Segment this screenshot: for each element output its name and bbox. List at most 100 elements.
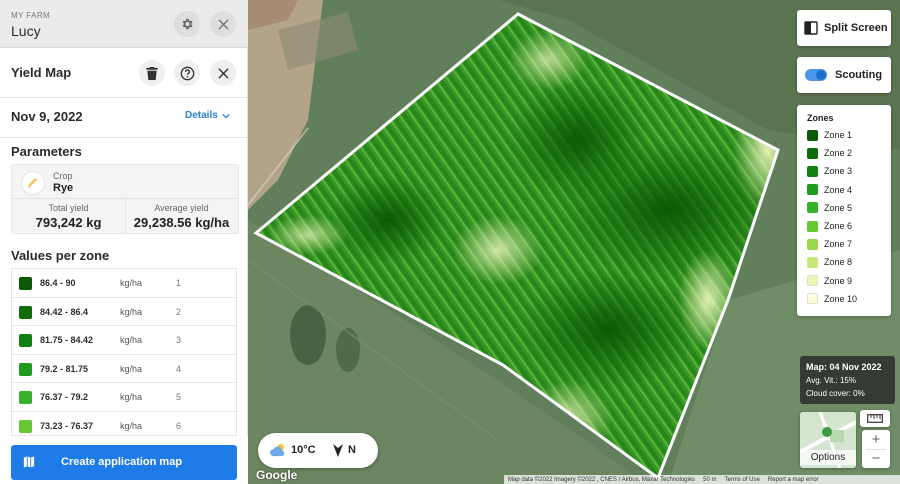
zone-unit: kg/ha (120, 363, 143, 374)
zone-range: 81.75 - 84.42 (40, 335, 94, 345)
legend-label: Zone 6 (824, 221, 853, 231)
details-label: Details (185, 110, 218, 121)
legend-label: Zone 8 (824, 257, 853, 268)
zone-number: 3 (176, 335, 182, 345)
divider (0, 137, 248, 138)
legend-swatch (807, 293, 818, 305)
legend-swatch (807, 256, 818, 268)
settings-button[interactable] (174, 11, 200, 37)
weather-widget[interactable]: 10°C N (258, 433, 378, 468)
wind-arrow-icon (333, 444, 343, 457)
wind-direction: N (348, 444, 356, 456)
zone-swatch (19, 334, 32, 347)
map-attribution: Map data ©2022 Imagery ©2022 , CNES / Ai… (504, 475, 900, 484)
legend-label: Zone 1 (824, 130, 853, 140)
zone-range: 76.37 - 79.2 (40, 392, 89, 402)
farm-name[interactable]: Lucy (11, 23, 41, 39)
parameters-title: Parameters (11, 144, 82, 159)
wheat-icon (21, 171, 45, 195)
zone-row: 81.75 - 84.42 kg/ha 3 (12, 326, 236, 355)
side-panel: MY FARM Lucy Yield Map Nov 9, 2022 Detai… (0, 0, 248, 484)
total-yield-label: Total yield (48, 203, 89, 213)
zone-row: 84.42 - 86.4 kg/ha 2 (12, 298, 236, 326)
avg-yield-value: 29,238.56 kg/ha (133, 215, 230, 230)
legend-item: Zone 8 (807, 256, 852, 268)
trash-icon (146, 66, 158, 80)
zone-unit: kg/ha (120, 420, 143, 431)
zone-number: 4 (176, 363, 182, 374)
legend-item: Zone 4 (807, 184, 852, 196)
zone-range: 73.23 - 76.37 (40, 420, 94, 431)
scale-label: 50 m (703, 476, 717, 483)
divider (0, 97, 248, 98)
legend-swatch (807, 275, 818, 287)
help-circle-icon (180, 66, 194, 80)
info-map-date: Map: 04 Nov 2022 (806, 362, 882, 372)
split-screen-icon (804, 21, 818, 35)
legend-swatch (807, 147, 818, 159)
split-screen-label: Split Screen (824, 22, 888, 34)
zone-unit: kg/ha (120, 278, 143, 288)
map-options-button[interactable]: Options (800, 412, 856, 468)
zoom-out-button[interactable]: − (862, 449, 890, 468)
legend-item: Zone 3 (807, 165, 852, 177)
details-toggle[interactable]: Details (185, 110, 230, 121)
legend-label: Zone 5 (824, 202, 853, 213)
zone-swatch (19, 391, 32, 404)
legend-label: Zone 2 (824, 148, 853, 159)
delete-button[interactable] (139, 60, 165, 86)
legend-item: Zone 10 (807, 293, 857, 305)
close-farm-button[interactable] (210, 11, 236, 37)
toggle-switch[interactable] (805, 69, 827, 81)
legend-swatch (807, 129, 818, 141)
zone-number: 6 (176, 420, 182, 431)
zone-swatch (19, 277, 32, 290)
zone-row: 76.37 - 79.2 kg/ha 5 (12, 383, 236, 412)
legend-label: Zone 4 (824, 184, 853, 195)
gear-icon (182, 18, 193, 30)
total-yield-value: 793,242 kg (35, 215, 102, 230)
legend-swatch (807, 238, 818, 250)
info-cloud-cover: Cloud cover: 0% (806, 389, 865, 398)
measure-button[interactable] (860, 410, 890, 427)
legend-label: Zone 3 (824, 166, 853, 177)
legend-title: Zones (807, 113, 834, 123)
zone-range: 86.4 - 90 (40, 278, 76, 288)
zone-range: 84.42 - 86.4 (40, 306, 89, 317)
zone-swatch (19, 419, 32, 433)
ruler-icon (867, 414, 883, 423)
legend-swatch (807, 165, 818, 177)
toggle-knob (816, 70, 826, 80)
split-screen-button[interactable]: Split Screen (797, 10, 891, 46)
close-icon (217, 18, 229, 30)
legend-swatch (807, 202, 818, 214)
tree-cluster (290, 305, 326, 365)
legend-swatch (807, 184, 818, 196)
legend-item: Zone 5 (807, 202, 852, 214)
terms-link[interactable]: Terms of Use (725, 477, 760, 483)
legend-swatch (807, 220, 818, 232)
attribution-text: Map data ©2022 Imagery ©2022 , CNES / Ai… (508, 476, 696, 483)
create-application-map-button[interactable]: Create application map (11, 445, 237, 480)
close-panel-button[interactable] (210, 60, 236, 86)
legend-label: Zone 10 (824, 293, 858, 304)
zone-swatch (19, 305, 32, 319)
zoom-in-button[interactable]: + (862, 430, 890, 449)
legend-label: Zone 9 (824, 275, 853, 286)
scouting-toggle[interactable]: Scouting (797, 57, 891, 93)
crop-value: Rye (53, 182, 74, 194)
zone-range: 79.2 - 81.75 (40, 363, 89, 374)
close-icon (217, 67, 229, 79)
zone-table: 86.4 - 90 kg/ha 1 84.42 - 86.4 kg/ha 2 81.75 -… (11, 268, 237, 436)
legend-item: Zone 9 (807, 275, 852, 287)
legend-item: Zone 6 (807, 220, 852, 232)
cta-label: Create application map (61, 456, 183, 468)
values-per-zone-title: Values per zone (11, 248, 110, 263)
avg-yield-label: Average yield (154, 203, 209, 213)
report-link[interactable]: Report a map error (768, 477, 819, 483)
farm-label: MY FARM (11, 11, 51, 20)
zone-number: 5 (176, 392, 182, 402)
zone-unit: kg/ha (120, 335, 143, 345)
help-button[interactable] (174, 60, 200, 86)
zone-number: 1 (176, 278, 182, 288)
